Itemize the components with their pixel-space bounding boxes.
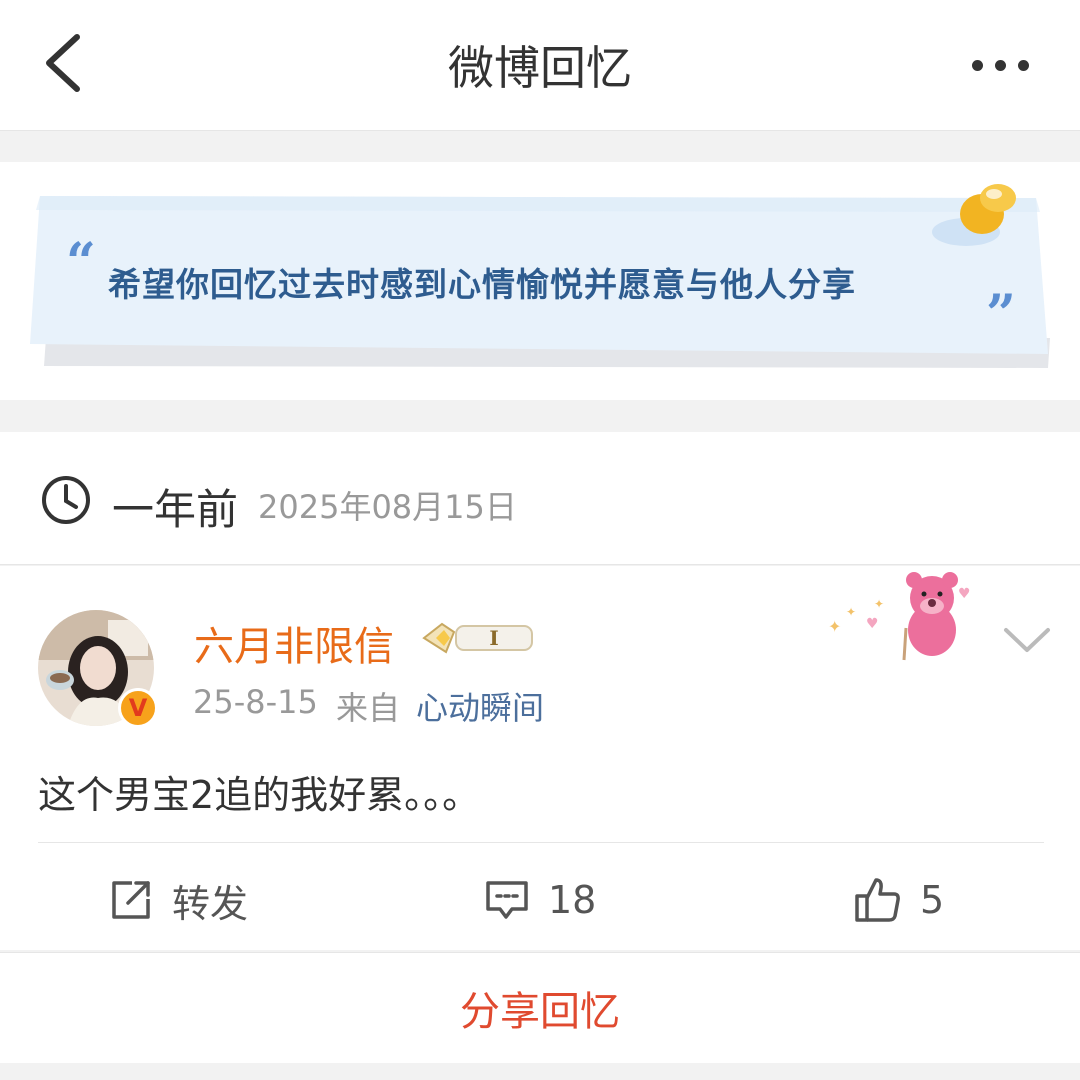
open-quote-mark: “ <box>66 232 96 293</box>
post-text: 这个男宝2追的我好累。。。 <box>38 773 481 817</box>
svg-text:✦: ✦ <box>828 617 841 636</box>
repost-label: 转发 <box>172 881 249 926</box>
repost-icon <box>112 881 150 919</box>
svg-text:♥: ♥ <box>866 616 879 632</box>
chevron-down-icon[interactable] <box>998 614 1056 664</box>
comment-icon <box>486 881 528 919</box>
memory-date: 2025年08月15日 <box>258 488 517 526</box>
svg-text:✦: ✦ <box>874 597 884 611</box>
comment-button[interactable]: 18 <box>484 864 596 936</box>
username[interactable]: 六月非限信 <box>194 614 394 672</box>
time-ago: 一年前 <box>112 485 239 534</box>
svg-text:✦: ✦ <box>846 605 856 619</box>
close-quote-mark: ” <box>986 284 1016 345</box>
banner-quote: 希望你回忆过去时感到心情愉悦并愿意与他人分享 <box>108 265 856 304</box>
divider <box>38 842 1044 843</box>
like-button[interactable]: 5 <box>854 864 944 936</box>
verified-badge: V <box>118 688 158 728</box>
level-badge-label: I <box>489 626 498 650</box>
from-label: 来自 <box>336 689 401 727</box>
comment-count: 18 <box>548 878 597 922</box>
repost-button[interactable]: 转发 <box>108 864 248 936</box>
bear-sticker-icon: ✦ ✦ ♥ ✦ ♥ <box>828 572 971 661</box>
clock-icon <box>42 476 90 524</box>
svg-text:♥: ♥ <box>958 586 971 602</box>
share-memory-label: 分享回忆 <box>460 989 620 1035</box>
post-source[interactable]: 心动瞬间 <box>416 683 544 729</box>
banner-paper <box>30 184 1050 368</box>
like-count: 5 <box>920 878 945 922</box>
post-date: 25-8-15 <box>193 683 318 721</box>
share-memory-button[interactable]: 分享回忆 <box>0 952 1080 1063</box>
level-badge: I <box>422 622 533 654</box>
thumbs-up-icon <box>855 878 900 922</box>
